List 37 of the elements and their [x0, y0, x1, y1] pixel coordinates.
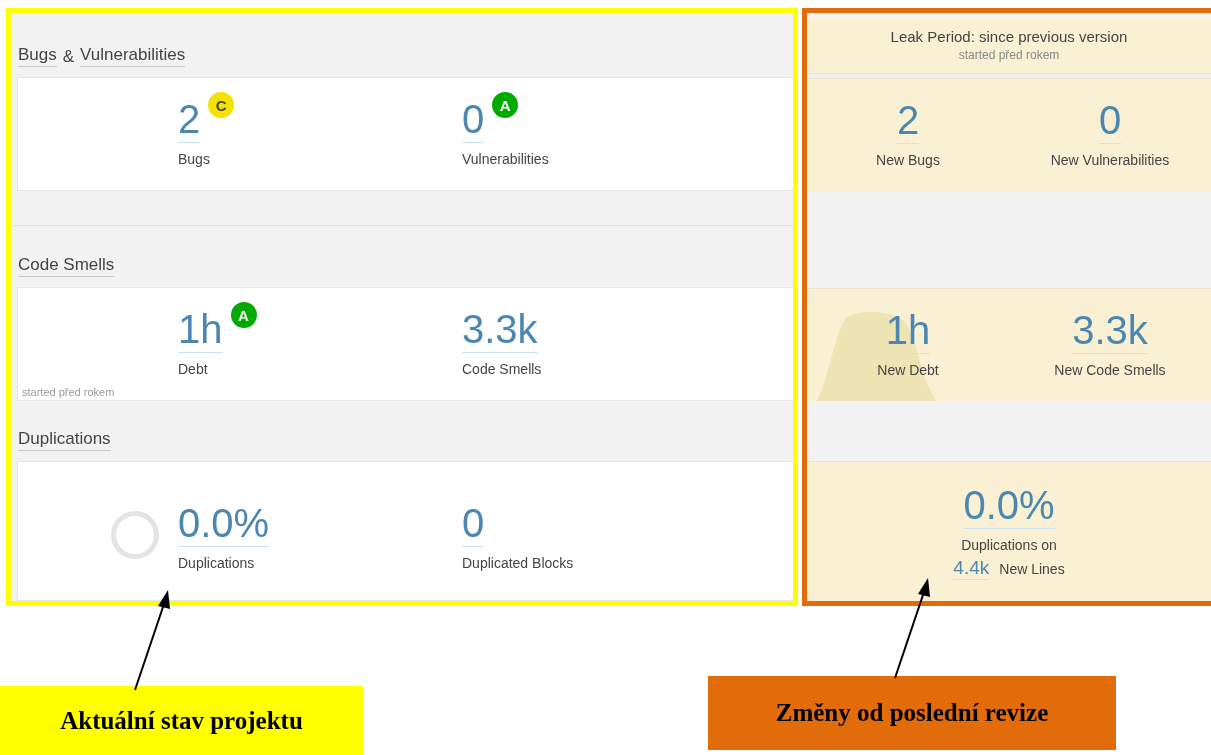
measure-label: New Code Smells: [1054, 361, 1166, 378]
section-link[interactable]: Code Smells: [18, 255, 115, 277]
measure-value[interactable]: 0.0%: [178, 500, 270, 547]
measure-label: New Bugs: [876, 151, 940, 168]
measure-label: Code Smells: [462, 361, 542, 377]
measure-value[interactable]: 0.0%: [963, 482, 1055, 530]
measure-value[interactable]: 3.3k: [462, 306, 538, 353]
title-joiner: &: [62, 47, 75, 67]
callout-label: Změny od poslední revize: [708, 676, 1116, 750]
rating-badge: A: [492, 92, 519, 118]
measure-value[interactable]: 1h: [885, 306, 931, 354]
measure-label: Bugs: [178, 151, 210, 167]
section-link[interactable]: Bugs: [18, 45, 57, 67]
measure-value[interactable]: 0: [462, 96, 485, 143]
measure-label: New Debt: [877, 361, 939, 378]
measure-label: Vulnerabilities: [462, 151, 549, 167]
measure-label: Duplications on: [961, 537, 1057, 554]
measure-label: Duplications: [178, 555, 255, 571]
measure-value[interactable]: 0: [1098, 96, 1122, 144]
section-link[interactable]: Duplications: [18, 429, 111, 451]
period-note: started před rokem: [22, 386, 115, 398]
callout-label: Aktuální stav projektu: [0, 686, 363, 755]
lines-label: New Lines: [999, 561, 1065, 578]
section-link[interactable]: Vulnerabilities: [80, 45, 186, 67]
measure-label: New Vulnerabilities: [1050, 151, 1170, 168]
rating-badge: C: [208, 92, 235, 118]
measure-label: Duplicated Blocks: [462, 555, 574, 571]
measure-value[interactable]: 2: [178, 96, 201, 143]
lines-value[interactable]: 4.4k: [953, 557, 990, 581]
measure-value[interactable]: 1h: [178, 306, 223, 353]
measure-value[interactable]: 3.3k: [1072, 306, 1148, 354]
rating-badge: A: [230, 302, 257, 328]
measure-value[interactable]: 2: [896, 96, 920, 144]
measure-value[interactable]: 0: [462, 500, 485, 547]
measure-label: Debt: [178, 361, 208, 377]
leak-period-subtitle: started před rokem: [958, 48, 1060, 63]
leak-period-title: Leak Period: since previous version: [890, 28, 1128, 46]
